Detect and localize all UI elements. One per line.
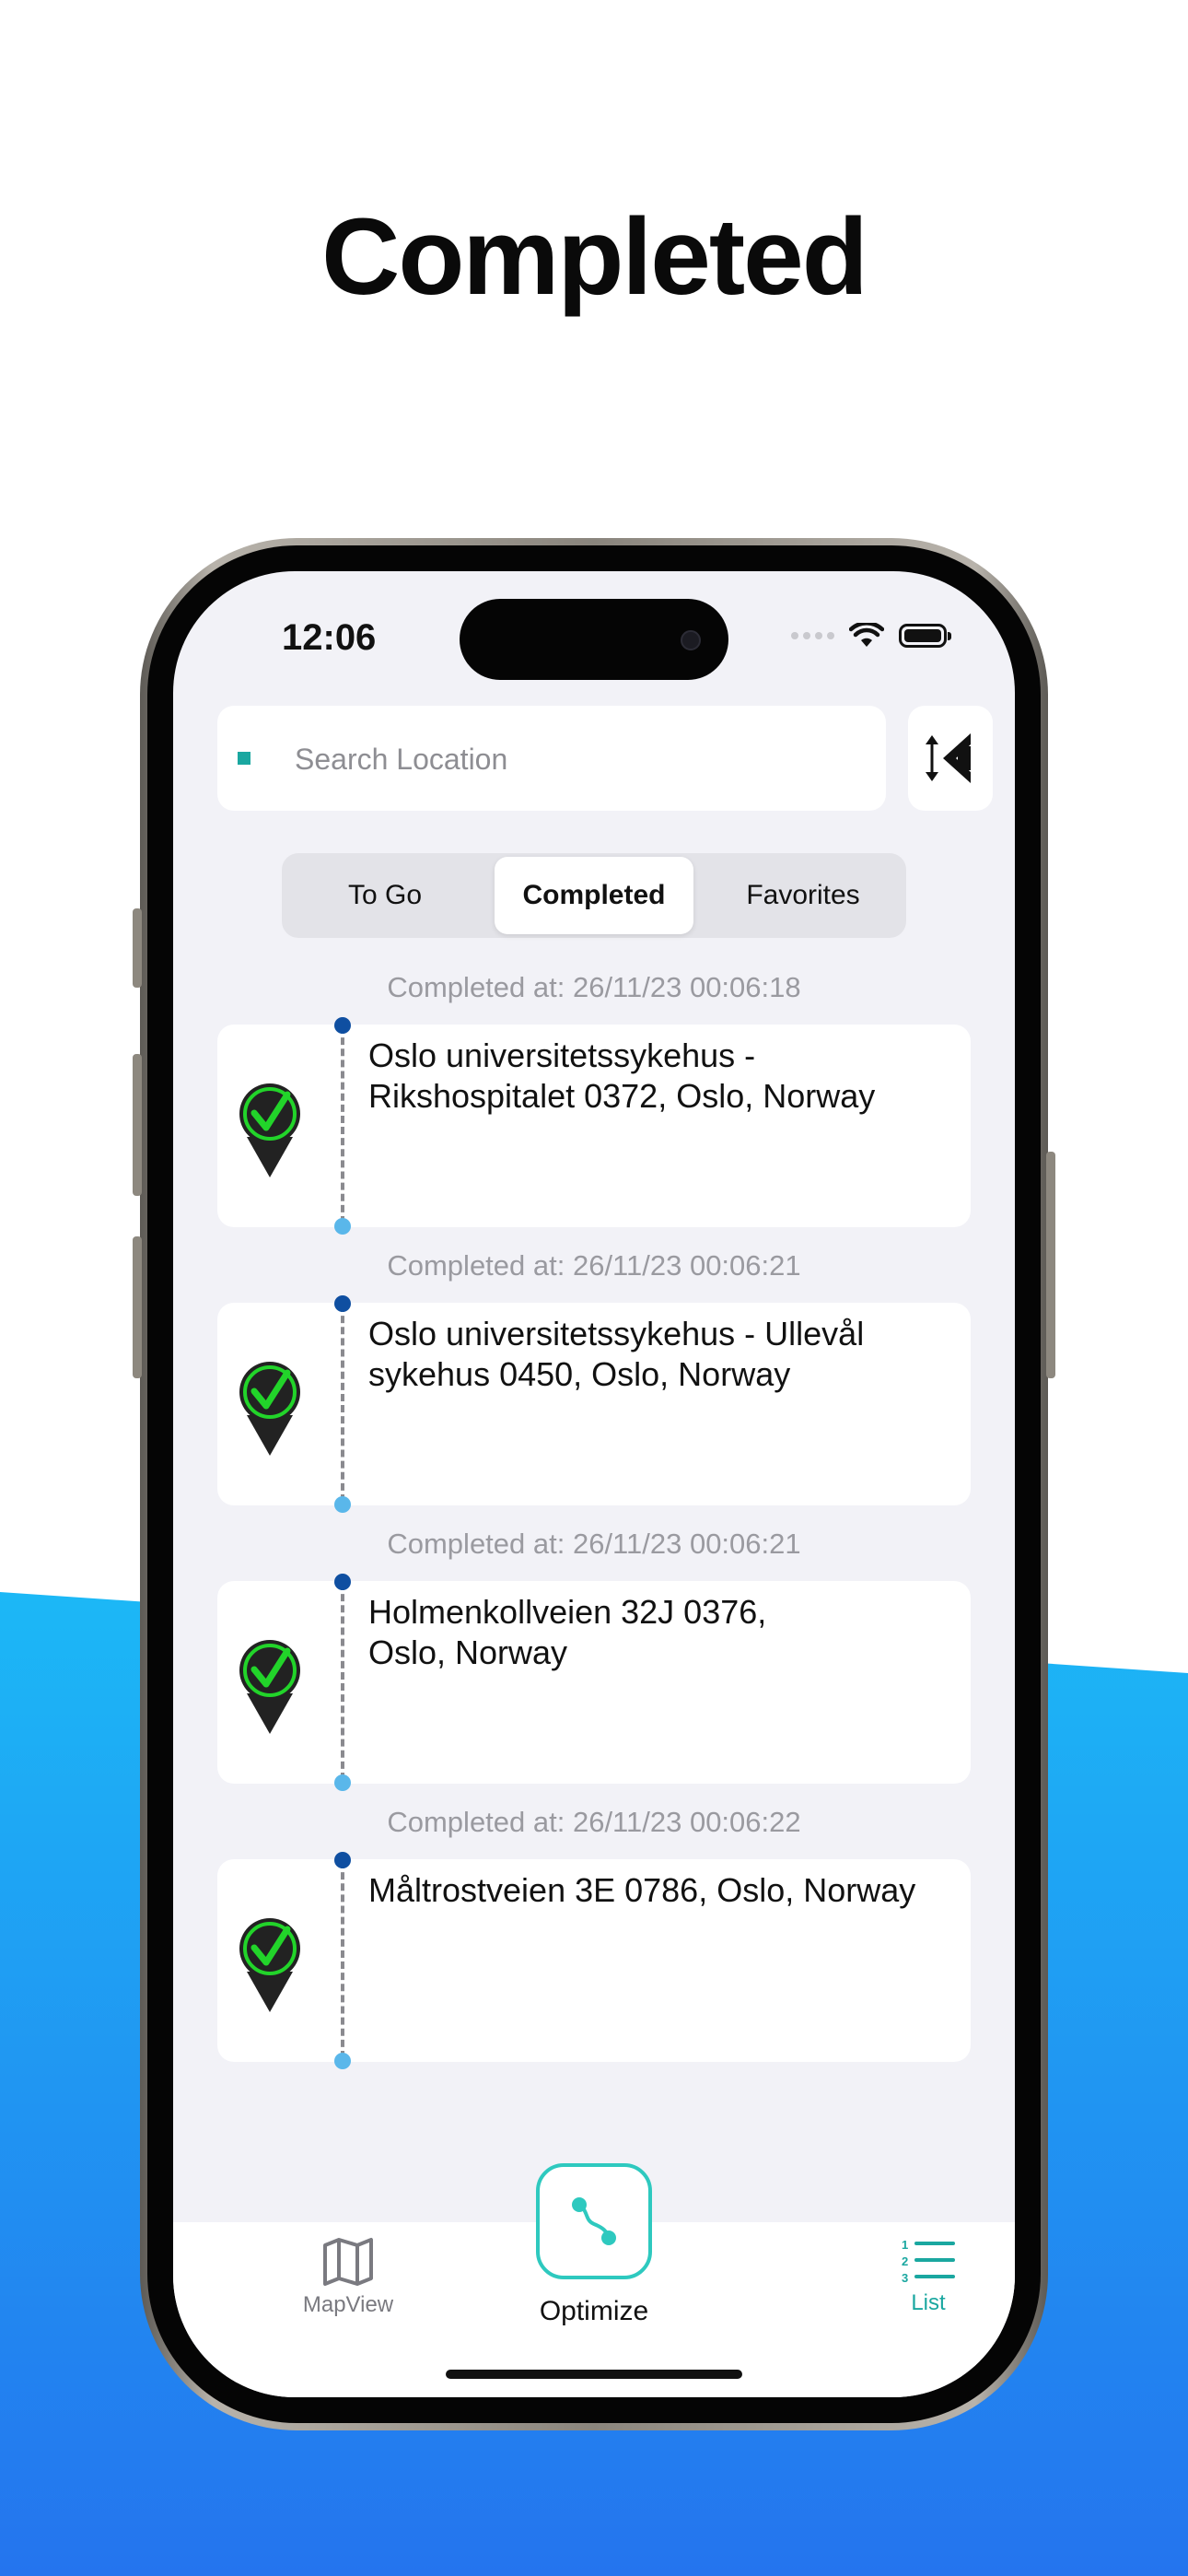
signal-icon [791, 632, 834, 639]
status-time: 12:06 [282, 617, 377, 658]
numbered-list-icon: 1 2 3 [902, 2238, 955, 2285]
address-text: Oslo universitetssykehus - Ullevål sykeh… [368, 1315, 865, 1393]
list-item[interactable]: Oslo universitetssykehus - Rikshospitale… [217, 1017, 971, 1235]
camera-icon [681, 630, 701, 650]
search-bar[interactable] [217, 706, 886, 811]
check-pin-icon [239, 1918, 300, 2012]
sort-button[interactable] [908, 706, 993, 811]
volume-down-button [133, 1236, 142, 1378]
tab-mapview[interactable]: MapView [287, 2237, 409, 2318]
completed-timestamp: Completed at: 26/11/23 00:06:21 [387, 1249, 801, 1282]
route-start-dot [334, 1574, 351, 1590]
location-marker-icon [238, 752, 250, 765]
headline: Completed [321, 196, 868, 318]
route-end-dot [334, 1218, 351, 1235]
completed-timestamp: Completed at: 26/11/23 00:06:22 [387, 1806, 801, 1838]
tab-to-go[interactable]: To Go [285, 857, 484, 934]
list-item[interactable]: Holmenkollveien 32J 0376, Oslo, Norway [217, 1574, 971, 1791]
optimize-button[interactable] [536, 2163, 652, 2279]
route-start-dot [334, 1852, 351, 1868]
phone-screen: 12:06 To Go Completed Favorites Complete… [173, 571, 1015, 2397]
battery-icon [899, 624, 951, 648]
list-item[interactable]: Oslo universitetssykehus - Ullevål sykeh… [217, 1295, 971, 1513]
search-input[interactable] [293, 726, 849, 792]
route-line [341, 1026, 344, 1224]
tab-completed[interactable]: Completed [495, 857, 693, 934]
wifi-icon [849, 623, 884, 647]
list-item[interactable]: Måltrostveien 3E 0786, Oslo, Norway [217, 1852, 971, 2069]
power-button [1046, 1152, 1055, 1378]
action-button [133, 908, 142, 988]
sort-arrows-icon [926, 733, 971, 783]
route-line [341, 1861, 344, 2058]
home-indicator[interactable] [446, 2370, 742, 2379]
segmented-control: To Go Completed Favorites [282, 853, 906, 938]
route-end-dot [334, 2053, 351, 2069]
completed-timestamp: Completed at: 26/11/23 00:06:18 [387, 971, 801, 1003]
dynamic-island [460, 599, 728, 680]
route-start-dot [334, 1017, 351, 1034]
address-text: Holmenkollveien 32J 0376, Oslo, Norway [368, 1593, 767, 1671]
check-pin-icon [239, 1083, 300, 1177]
svg-text:1: 1 [902, 2238, 908, 2252]
route-line [341, 1583, 344, 1780]
volume-up-button [133, 1054, 142, 1196]
tab-mapview-label: MapView [302, 2292, 394, 2317]
route-line [341, 1305, 344, 1502]
check-pin-icon [239, 1640, 300, 1734]
map-icon [323, 2238, 373, 2286]
completed-timestamp: Completed at: 26/11/23 00:06:21 [387, 1528, 801, 1560]
svg-text:3: 3 [902, 2271, 908, 2285]
address-text: Måltrostveien 3E 0786, Oslo, Norway [368, 1871, 916, 1909]
check-pin-icon [239, 1362, 300, 1456]
svg-text:2: 2 [902, 2254, 908, 2268]
route-start-dot [334, 1295, 351, 1312]
route-icon [572, 2197, 616, 2245]
route-end-dot [334, 1774, 351, 1791]
status-indicators [791, 623, 951, 649]
tab-favorites[interactable]: Favorites [704, 857, 903, 934]
tab-list[interactable]: 1 2 3 List [895, 2237, 961, 2316]
address-text: Oslo universitetssykehus - Rikshospitale… [368, 1036, 876, 1115]
route-end-dot [334, 1496, 351, 1513]
tab-list-label: List [911, 2290, 946, 2315]
optimize-label: Optimize [539, 2296, 649, 2326]
